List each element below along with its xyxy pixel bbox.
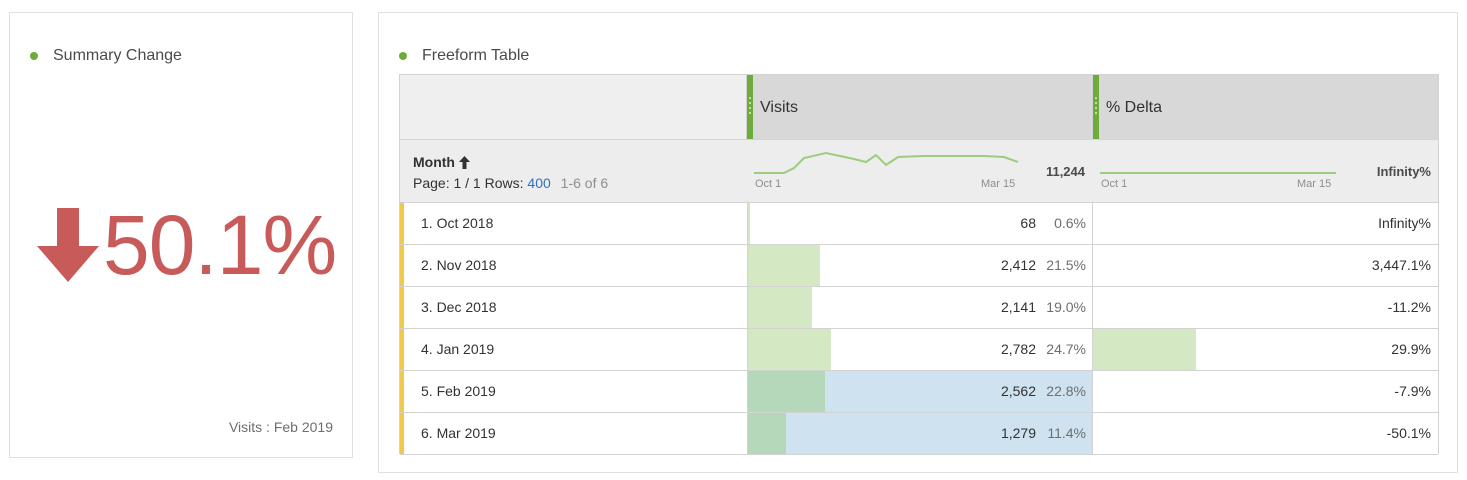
- visits-percent: 21.5%: [1046, 257, 1086, 273]
- visits-value: 2,412: [1000, 257, 1036, 273]
- summary-change-number: 50.1%: [103, 198, 337, 292]
- visits-value: 2,782: [1000, 341, 1036, 357]
- visits-cell[interactable]: 68 0.6%: [747, 203, 1093, 244]
- table-row[interactable]: 1. Oct 2018 68 0.6% Infinity%: [400, 203, 1438, 245]
- delta-sparkline: [1100, 172, 1336, 174]
- drag-handle-icon[interactable]: [1093, 75, 1099, 139]
- visits-cell[interactable]: 2,141 19.0%: [747, 287, 1093, 328]
- table-row[interactable]: 4. Jan 2019 2,782 24.7% 29.9%: [400, 329, 1438, 371]
- delta-cell[interactable]: 3,447.1%: [1093, 245, 1438, 286]
- visits-percent: 0.6%: [1054, 215, 1086, 231]
- row-accent-bar: [400, 371, 404, 412]
- dimension-header-cell: [400, 75, 747, 139]
- status-dot: [399, 52, 407, 60]
- summary-change-value: 50.1%: [35, 198, 337, 292]
- sparkline-start-label: Oct 1: [755, 178, 782, 190]
- column-header-label: % Delta: [1106, 99, 1163, 116]
- drag-handle-icon[interactable]: [747, 75, 753, 139]
- table-row[interactable]: 6. Mar 2019 1,279 11.4% -50.1%: [400, 413, 1438, 455]
- freeform-title-text: Freeform Table: [422, 47, 530, 64]
- sparkline-start-label: Oct 1: [1101, 178, 1128, 190]
- visits-bar: [748, 245, 820, 286]
- visits-cell[interactable]: 2,782 24.7%: [747, 329, 1093, 370]
- delta-value: -11.2%: [1387, 299, 1431, 315]
- visits-value: 68: [1020, 215, 1036, 231]
- delta-value: Infinity%: [1378, 215, 1431, 231]
- row-dimension-label[interactable]: 1. Oct 2018: [421, 215, 493, 231]
- row-accent-bar: [400, 245, 404, 286]
- visits-value: 2,562: [1000, 383, 1036, 399]
- visits-sparkline: [754, 151, 1019, 174]
- summary-footer: Visits : Feb 2019: [228, 419, 333, 435]
- row-dimension-label[interactable]: 6. Mar 2019: [421, 425, 496, 441]
- row-accent-bar: [400, 329, 404, 370]
- visits-percent: 24.7%: [1046, 341, 1086, 357]
- visits-value: 2,141: [1000, 299, 1036, 315]
- row-accent-bar: [400, 413, 404, 454]
- table-summary-row: Month Page: 1 / 1 Rows: 400 1-6 of 6 Oct…: [400, 139, 1438, 203]
- row-dimension-label[interactable]: 2. Nov 2018: [421, 257, 497, 273]
- summary-panel-title: Summary Change: [30, 47, 182, 65]
- delta-value: 29.9%: [1391, 341, 1431, 357]
- visits-cell[interactable]: 2,562 22.8%: [747, 371, 1093, 412]
- arrow-down-icon: [37, 208, 99, 282]
- delta-total: Infinity%: [1376, 164, 1431, 179]
- table-row[interactable]: 3. Dec 2018 2,141 19.0% -11.2%: [400, 287, 1438, 329]
- rows-per-page-selector[interactable]: 400: [527, 175, 550, 191]
- row-dimension-label[interactable]: 3. Dec 2018: [421, 299, 497, 315]
- column-header-label: Visits: [760, 99, 798, 116]
- pagination-info: Page: 1 / 1 Rows: 400 1-6 of 6: [413, 175, 608, 191]
- row-accent-bar: [400, 287, 404, 328]
- summary-title-text: Summary Change: [53, 47, 182, 64]
- row-range: 1-6 of 6: [560, 175, 609, 191]
- column-header-delta[interactable]: % Delta: [1093, 75, 1438, 139]
- dimension-name: Month: [413, 154, 455, 170]
- delta-cell[interactable]: -50.1%: [1093, 413, 1438, 454]
- table-header-row: Visits % Delta: [400, 75, 1438, 139]
- table-row[interactable]: 5. Feb 2019 2,562 22.8% -7.9%: [400, 371, 1438, 413]
- visits-percent: 22.8%: [1046, 383, 1086, 399]
- visits-bar: [748, 371, 825, 412]
- column-header-visits[interactable]: Visits: [747, 75, 1093, 139]
- freeform-panel-title: Freeform Table: [399, 47, 529, 65]
- selection-highlight: [748, 413, 1092, 454]
- delta-cell[interactable]: Infinity%: [1093, 203, 1438, 244]
- rows-label: Rows:: [484, 175, 524, 191]
- row-dimension-label[interactable]: 5. Feb 2019: [421, 383, 496, 399]
- sort-ascending-icon[interactable]: [458, 155, 470, 169]
- delta-value: -50.1%: [1386, 425, 1431, 441]
- row-accent-bar: [400, 203, 404, 244]
- visits-bar: [748, 203, 750, 244]
- visits-percent: 19.0%: [1046, 299, 1086, 315]
- visits-total: 11,244: [1045, 164, 1085, 179]
- visits-cell[interactable]: 2,412 21.5%: [747, 245, 1093, 286]
- delta-value: 3,447.1%: [1371, 257, 1431, 273]
- delta-cell[interactable]: -7.9%: [1093, 371, 1438, 412]
- freeform-table-panel[interactable]: Freeform Table Visits % Delta Month Page…: [378, 12, 1458, 473]
- delta-cell[interactable]: 29.9%: [1093, 329, 1438, 370]
- delta-value: -7.9%: [1394, 383, 1431, 399]
- visits-cell[interactable]: 1,279 11.4%: [747, 413, 1093, 454]
- visits-bar: [748, 287, 812, 328]
- visits-value: 1,279: [1000, 425, 1036, 441]
- dimension-sort-header[interactable]: Month: [413, 154, 470, 170]
- summary-change-panel[interactable]: Summary Change 50.1% Visits : Feb 2019: [9, 12, 353, 458]
- visits-bar: [748, 329, 831, 370]
- table-row[interactable]: 2. Nov 2018 2,412 21.5% 3,447.1%: [400, 245, 1438, 287]
- sparkline-end-label: Mar 15: [981, 178, 1016, 190]
- delta-cell[interactable]: -11.2%: [1093, 287, 1438, 328]
- status-dot: [30, 52, 38, 60]
- delta-bar: [1093, 329, 1196, 370]
- page-indicator: Page: 1 / 1: [413, 175, 481, 191]
- sparkline-end-label: Mar 15: [1297, 178, 1332, 190]
- freeform-table: Visits % Delta Month Page: 1 / 1 Rows: 4…: [399, 74, 1439, 455]
- visits-bar: [748, 413, 786, 454]
- row-dimension-label[interactable]: 4. Jan 2019: [421, 341, 494, 357]
- visits-percent: 11.4%: [1047, 425, 1086, 441]
